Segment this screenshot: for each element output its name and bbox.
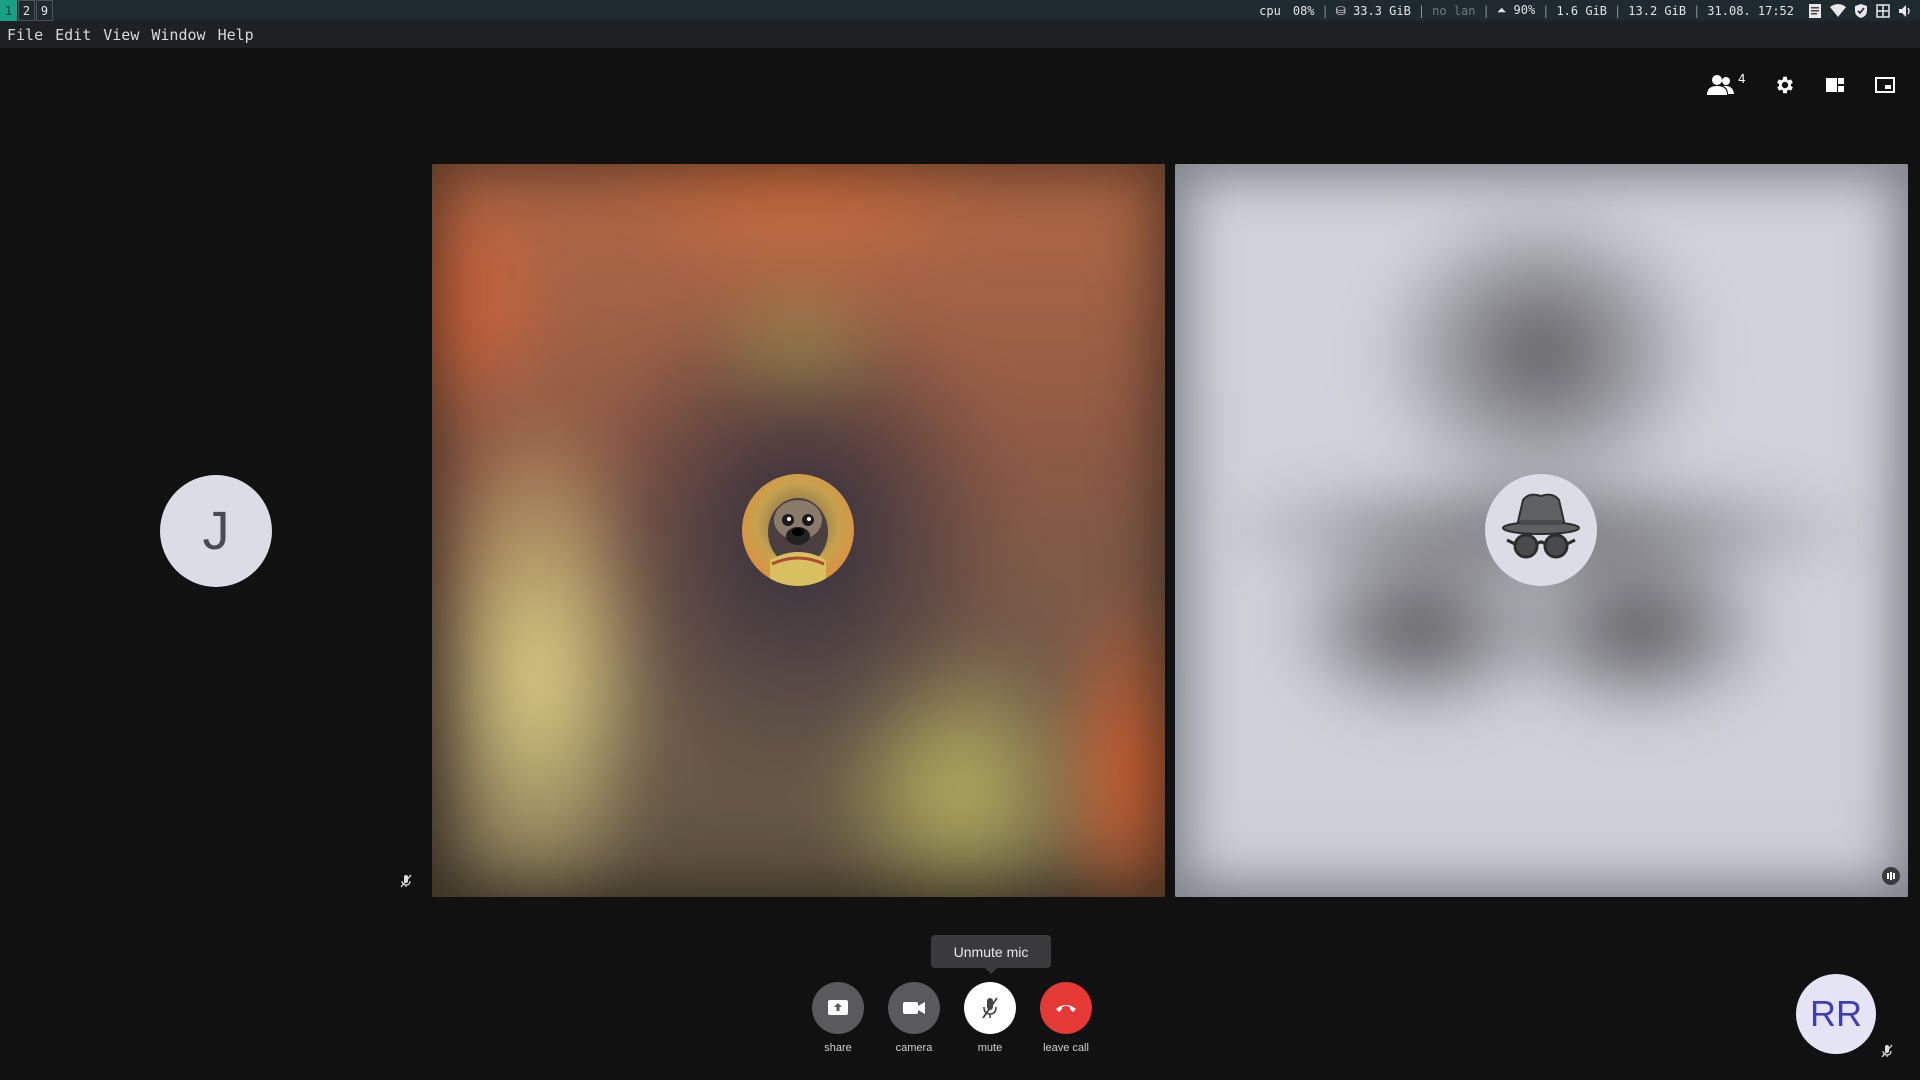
menu-view[interactable]: View [103,26,139,44]
system-tray [1800,3,1912,19]
menu-file[interactable]: File [7,26,43,44]
lan-status: no lan [1432,3,1476,18]
share-screen-icon [828,1000,848,1015]
leave-call-label: leave call [1043,1042,1089,1054]
cpu-label: cpu [1259,3,1281,18]
network-icon[interactable] [1876,3,1890,18]
disk-icon: ⛁ [1335,3,1346,18]
layout-button[interactable] [1820,70,1850,100]
layout-icon [1826,78,1844,92]
mute-control: mute [964,982,1016,1054]
menu-edit[interactable]: Edit [55,26,91,44]
participant-tile-incognito[interactable] [1175,164,1908,897]
participants-button[interactable]: 4 [1706,70,1750,100]
workspace-9[interactable]: 9 [36,0,53,21]
share-control: share [812,982,864,1054]
battery-value: 90% [1513,3,1536,17]
gear-icon [1777,76,1793,94]
participant-avatar-pug [742,474,854,586]
camera-label: camera [895,1042,933,1054]
mute-button[interactable] [964,982,1016,1034]
people-icon [1707,75,1734,95]
mute-label: mute [977,1042,1003,1054]
memory-value: 13.2 GiB [1628,3,1687,18]
audio-level-icon [1882,867,1900,889]
status-indicators: cpu 08% | ⛁ 33.3 GiB | no lan | ⏶ 90% | … [1253,0,1912,21]
call-toolbar: 4 [1706,70,1900,100]
call-controls: share camera mute leave call [812,982,1092,1054]
swap-value: 1.6 GiB [1556,3,1608,18]
unmute-tooltip: Unmute mic [931,935,1051,974]
self-avatar[interactable]: RR [1796,974,1876,1054]
mic-muted-icon [400,873,412,892]
separator: | [1482,3,1490,18]
camera-control: camera [888,982,940,1054]
participant-tile-pug[interactable] [432,164,1165,897]
cpu-value: 08% [1292,3,1315,18]
workspace-2[interactable]: 2 [18,0,35,21]
menu-window[interactable]: Window [151,26,205,44]
volume-icon[interactable] [1898,4,1912,18]
shield-icon[interactable] [1854,3,1868,19]
hang-up-icon [1056,1005,1076,1012]
menu-help[interactable]: Help [218,26,254,44]
wifi-icon[interactable] [1830,3,1846,18]
mic-off-icon [982,997,998,1019]
disk-value: 33.3 GiB [1353,3,1411,18]
pip-icon [1875,77,1895,93]
battery-icon: ⏶ [1496,3,1507,17]
menu-bar: File Edit View Window Help [0,21,1920,48]
share-label: share [824,1042,852,1054]
separator: | [1417,3,1426,18]
battery-indicator: ⏶ 90% [1491,3,1542,18]
participant-avatar-incognito [1485,474,1597,586]
video-camera-icon [903,1002,925,1014]
datetime: 31.08. 17:52 [1707,3,1794,18]
workspace-1[interactable]: 1 [0,0,17,21]
separator: | [1614,3,1622,18]
participant-avatar-j[interactable]: J [160,475,272,587]
share-button[interactable] [812,982,864,1034]
system-status-bar: 1 2 9 cpu 08% | ⛁ 33.3 GiB | no lan | ⏶ … [0,0,1920,21]
pug-avatar-image [768,498,828,586]
separator: | [1321,3,1329,18]
settings-button[interactable] [1770,70,1800,100]
camera-button[interactable] [888,982,940,1034]
participant-count: 4 [1738,72,1746,86]
incognito-icon [1502,493,1580,559]
self-mic-muted-icon [1881,1043,1893,1062]
separator: | [1693,3,1701,18]
document-icon[interactable] [1808,3,1822,19]
leave-control: leave call [1040,982,1092,1054]
picture-in-picture-button[interactable] [1870,70,1900,100]
disk-indicator: ⛁ 33.3 GiB [1330,4,1417,18]
separator: | [1542,3,1550,18]
workspace-switcher: 1 2 9 [0,0,54,21]
self-initials: RR [1810,993,1862,1034]
participant-initial: J [202,501,230,561]
leave-call-button[interactable] [1040,982,1092,1034]
